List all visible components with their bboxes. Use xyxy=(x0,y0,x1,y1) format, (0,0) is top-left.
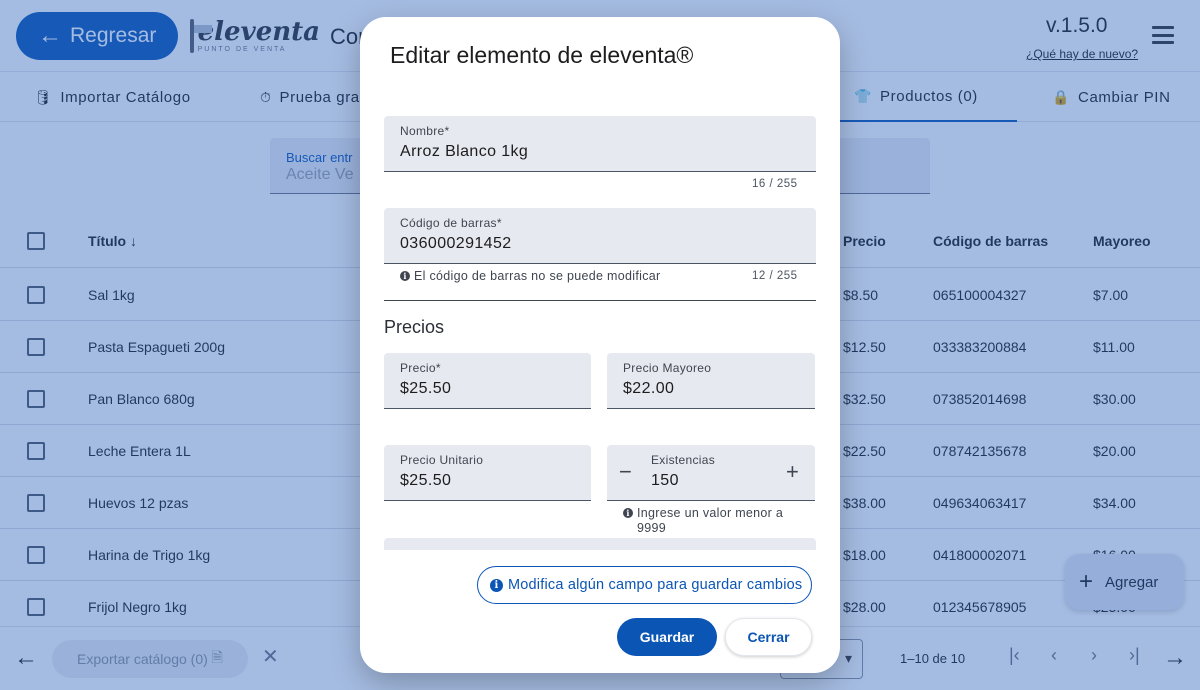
price-label: Precio* xyxy=(400,361,441,375)
wholesale-price-value: $22.00 xyxy=(623,380,675,397)
info-icon: i xyxy=(490,578,503,592)
prices-section-title: Precios xyxy=(384,317,445,337)
stock-hint: i Ingrese un valor menor a 9999 xyxy=(623,506,813,536)
info-icon: i xyxy=(400,271,410,281)
name-field[interactable]: Nombre* Arroz Blanco 1kg xyxy=(384,116,816,172)
unit-price-label: Precio Unitario xyxy=(400,453,484,467)
price-value: $25.50 xyxy=(400,380,452,397)
wholesale-price-field[interactable]: Precio Mayoreo $22.00 xyxy=(607,353,815,409)
save-notice-chip: i Modifica algún campo para guardar camb… xyxy=(477,566,812,604)
wholesale-price-label: Precio Mayoreo xyxy=(623,361,712,375)
minus-icon[interactable]: − xyxy=(619,461,632,483)
stock-stepper[interactable]: − Existencias 150 + xyxy=(607,445,815,501)
name-char-counter: 16 / 255 xyxy=(752,178,798,190)
barcode-field[interactable]: Código de barras* 036000291452 xyxy=(384,208,816,264)
section-divider xyxy=(384,300,816,301)
barcode-value: 036000291452 xyxy=(400,235,512,252)
name-label: Nombre* xyxy=(400,124,450,138)
price-field[interactable]: Precio* $25.50 xyxy=(384,353,591,409)
stock-value: 150 xyxy=(651,472,679,489)
plus-icon[interactable]: + xyxy=(786,461,799,483)
save-button[interactable]: Guardar xyxy=(617,618,717,656)
unit-price-value: $25.50 xyxy=(400,472,452,489)
next-field-partial xyxy=(384,538,816,550)
stock-label: Existencias xyxy=(651,453,715,467)
unit-price-field[interactable]: Precio Unitario $25.50 xyxy=(384,445,591,501)
barcode-char-counter: 12 / 255 xyxy=(752,270,798,282)
barcode-label: Código de barras* xyxy=(400,216,502,230)
name-value: Arroz Blanco 1kg xyxy=(400,143,529,160)
barcode-hint: i El código de barras no se puede modifi… xyxy=(400,269,660,283)
edit-item-dialog: Editar elemento de eleventa® Nombre* Arr… xyxy=(360,17,840,673)
close-button[interactable]: Cerrar xyxy=(725,618,812,656)
dialog-title: Editar elemento de eleventa® xyxy=(390,42,694,68)
info-icon: i xyxy=(623,508,633,518)
